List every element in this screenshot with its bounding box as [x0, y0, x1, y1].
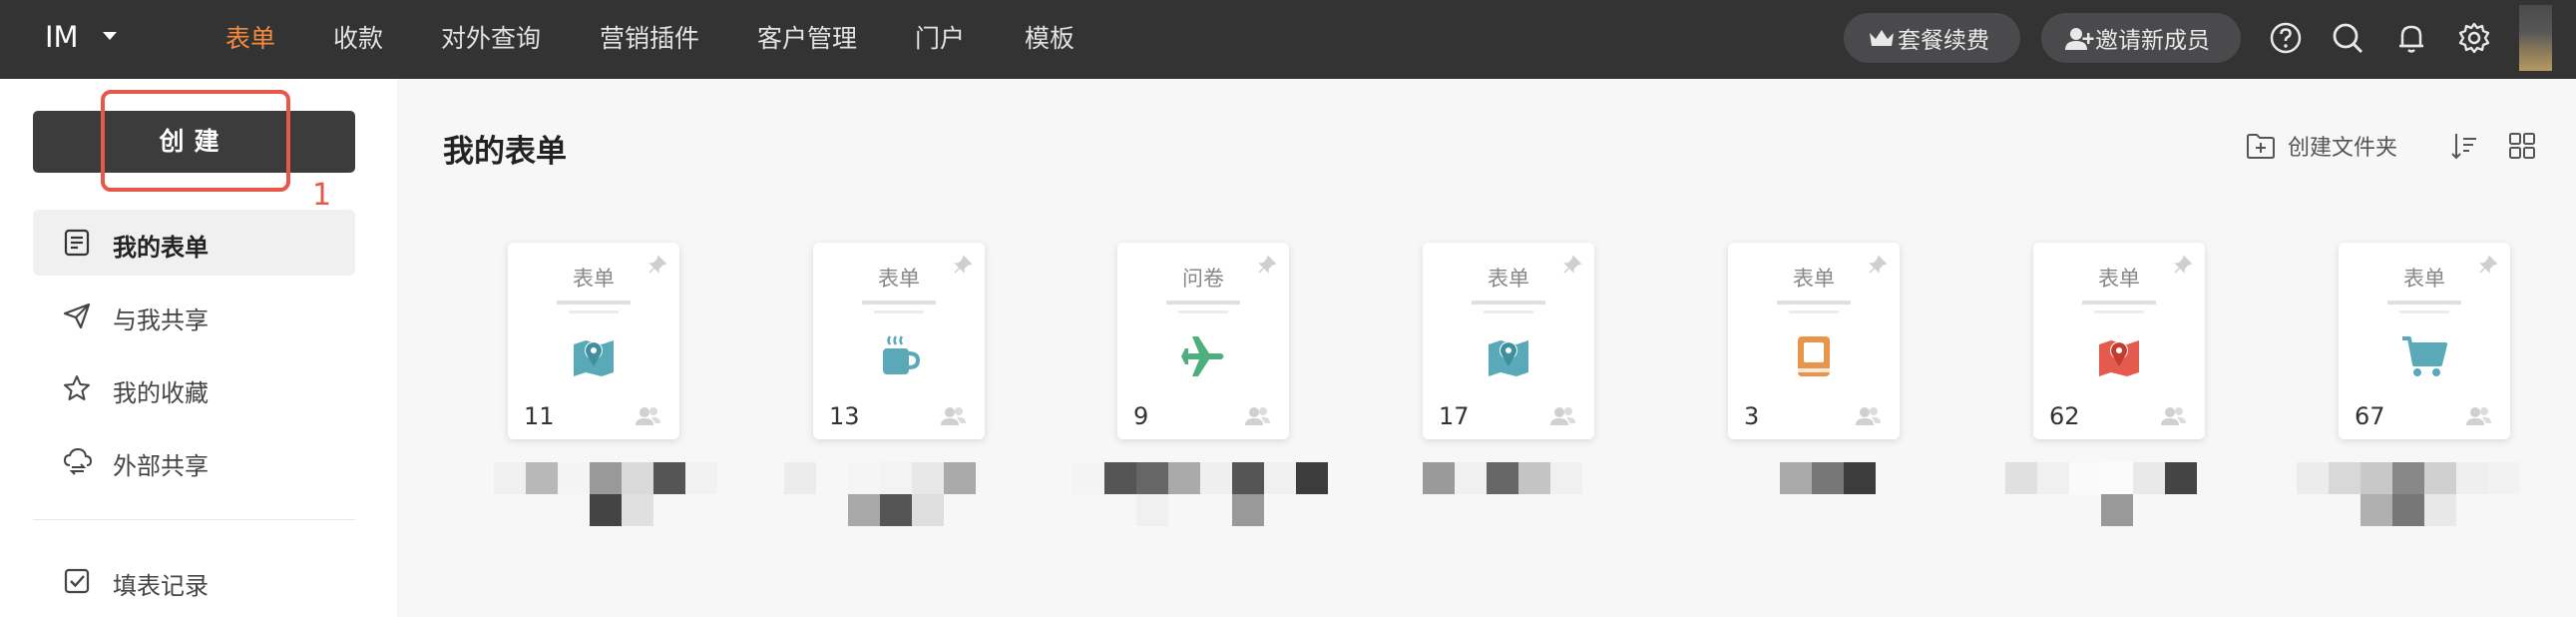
card-decoration-line [1777, 301, 1851, 305]
workspace-name[interactable]: IM [45, 20, 79, 54]
form-list-icon [64, 229, 90, 257]
pin-icon[interactable] [2478, 255, 2498, 275]
sidebar-item-shared-with-me[interactable]: 与我共享 [33, 283, 355, 348]
form-card[interactable]: 问卷 9 [1117, 243, 1289, 439]
checkbox-icon [64, 568, 90, 594]
map-pin-icon [1489, 340, 1528, 376]
sidebar-item-fill-records[interactable]: 填表记录 [33, 548, 355, 614]
collaborators-icon [1245, 407, 1270, 425]
card-decoration-line [1484, 310, 1533, 313]
sidebar-item-external-share[interactable]: 外部共享 [33, 428, 355, 494]
renew-plan-button[interactable]: 套餐续费 [1844, 13, 2020, 63]
card-decoration-line [2399, 310, 2449, 313]
nav-item-payments[interactable]: 收款 [333, 19, 383, 55]
card-submission-count: 9 [1133, 402, 1149, 430]
nav-item-forms[interactable]: 表单 [225, 19, 275, 55]
bell-icon[interactable] [2394, 21, 2428, 55]
nav-item-public-query[interactable]: 对外查询 [441, 19, 541, 55]
add-user-icon [2065, 28, 2094, 50]
collaborators-icon [636, 407, 660, 425]
coffee-icon [883, 335, 921, 374]
card-submission-count: 13 [829, 402, 860, 430]
collaborators-icon [2161, 407, 2186, 425]
pin-icon[interactable] [953, 255, 973, 275]
invite-member-button[interactable]: 邀请新成员 [2041, 13, 2241, 63]
sidebar-item-my-forms[interactable]: 我的表单 [33, 210, 355, 276]
pin-icon[interactable] [1562, 255, 1582, 275]
book-icon [1798, 336, 1830, 376]
card-submission-count: 11 [524, 402, 555, 430]
star-icon [64, 375, 90, 400]
card-decoration-line [1472, 301, 1545, 305]
sidebar-item-label: 我的表单 [113, 234, 209, 262]
pin-icon[interactable] [647, 255, 667, 275]
renew-plan-label: 套餐续费 [1898, 28, 1989, 54]
grid-view-icon[interactable] [2507, 131, 2537, 161]
sidebar-item-favorites[interactable]: 我的收藏 [33, 355, 355, 421]
card-submission-count: 67 [2355, 402, 2385, 430]
form-card[interactable]: 表单 13 [813, 243, 985, 439]
collaborators-icon [1856, 407, 1881, 425]
collaborators-icon [1550, 407, 1575, 425]
annotation-highlight-box [101, 90, 290, 192]
form-card[interactable]: 表单 62 [2033, 243, 2205, 439]
cart-icon [2402, 336, 2447, 376]
invite-member-label: 邀请新成员 [2095, 28, 2210, 54]
send-icon [63, 303, 91, 329]
pin-icon[interactable] [1868, 255, 1888, 275]
card-submission-count: 62 [2049, 402, 2080, 430]
map-pin-icon [574, 340, 614, 376]
nav-item-portal[interactable]: 门户 [915, 19, 965, 55]
page-title: 我的表单 [443, 134, 567, 170]
sidebar: 创建 1 我的表单 与我共享 我的收藏 外部共享 填表记录 [0, 79, 397, 617]
help-icon[interactable] [2269, 21, 2303, 55]
card-submission-count: 17 [1439, 402, 1470, 430]
collaborators-icon [941, 407, 966, 425]
settings-gear-icon[interactable] [2457, 21, 2491, 55]
pin-icon[interactable] [1257, 255, 1277, 275]
pin-icon[interactable] [2173, 255, 2193, 275]
sidebar-item-label: 填表记录 [113, 572, 209, 600]
card-decoration-line [557, 301, 631, 305]
map-pin-icon [2099, 340, 2139, 376]
crown-icon [1870, 30, 1894, 46]
create-folder-button[interactable]: 创建文件夹 [2288, 130, 2397, 162]
sort-icon[interactable] [2449, 131, 2479, 161]
chevron-down-icon[interactable] [103, 32, 117, 40]
sidebar-divider [33, 519, 355, 520]
card-decoration-line [569, 310, 619, 313]
form-card[interactable]: 表单 67 [2339, 243, 2510, 439]
card-decoration-line [1166, 301, 1240, 305]
nav-item-marketing-plugins[interactable]: 营销插件 [600, 19, 699, 55]
airplane-icon [1181, 336, 1224, 376]
sidebar-item-label: 外部共享 [113, 452, 209, 480]
card-decoration-line [2387, 301, 2461, 305]
cloud-share-icon [63, 447, 93, 475]
card-submission-count: 3 [1744, 402, 1760, 430]
form-card[interactable]: 表单 17 [1423, 243, 1594, 439]
card-decoration-line [1789, 310, 1839, 313]
form-card[interactable]: 表单 3 [1728, 243, 1900, 439]
folder-add-icon[interactable] [2246, 132, 2276, 160]
card-decoration-line [1178, 310, 1228, 313]
user-avatar[interactable] [2519, 5, 2552, 71]
collaborators-icon [2466, 407, 2491, 425]
card-decoration-line [2082, 301, 2156, 305]
nav-item-customer-management[interactable]: 客户管理 [757, 19, 857, 55]
card-decoration-line [862, 301, 936, 305]
search-icon[interactable] [2331, 21, 2364, 55]
card-decoration-line [874, 310, 924, 313]
nav-item-templates[interactable]: 模板 [1025, 19, 1074, 55]
sidebar-item-label: 我的收藏 [113, 379, 209, 407]
form-card[interactable]: 表单 11 [508, 243, 679, 439]
card-decoration-line [2094, 310, 2144, 313]
annotation-number: 1 [312, 178, 332, 213]
top-navigation-bar: IM 表单 收款 对外查询 营销插件 客户管理 门户 模板 套餐续费 邀请新成员 [0, 0, 2576, 79]
sidebar-item-label: 与我共享 [113, 307, 209, 334]
